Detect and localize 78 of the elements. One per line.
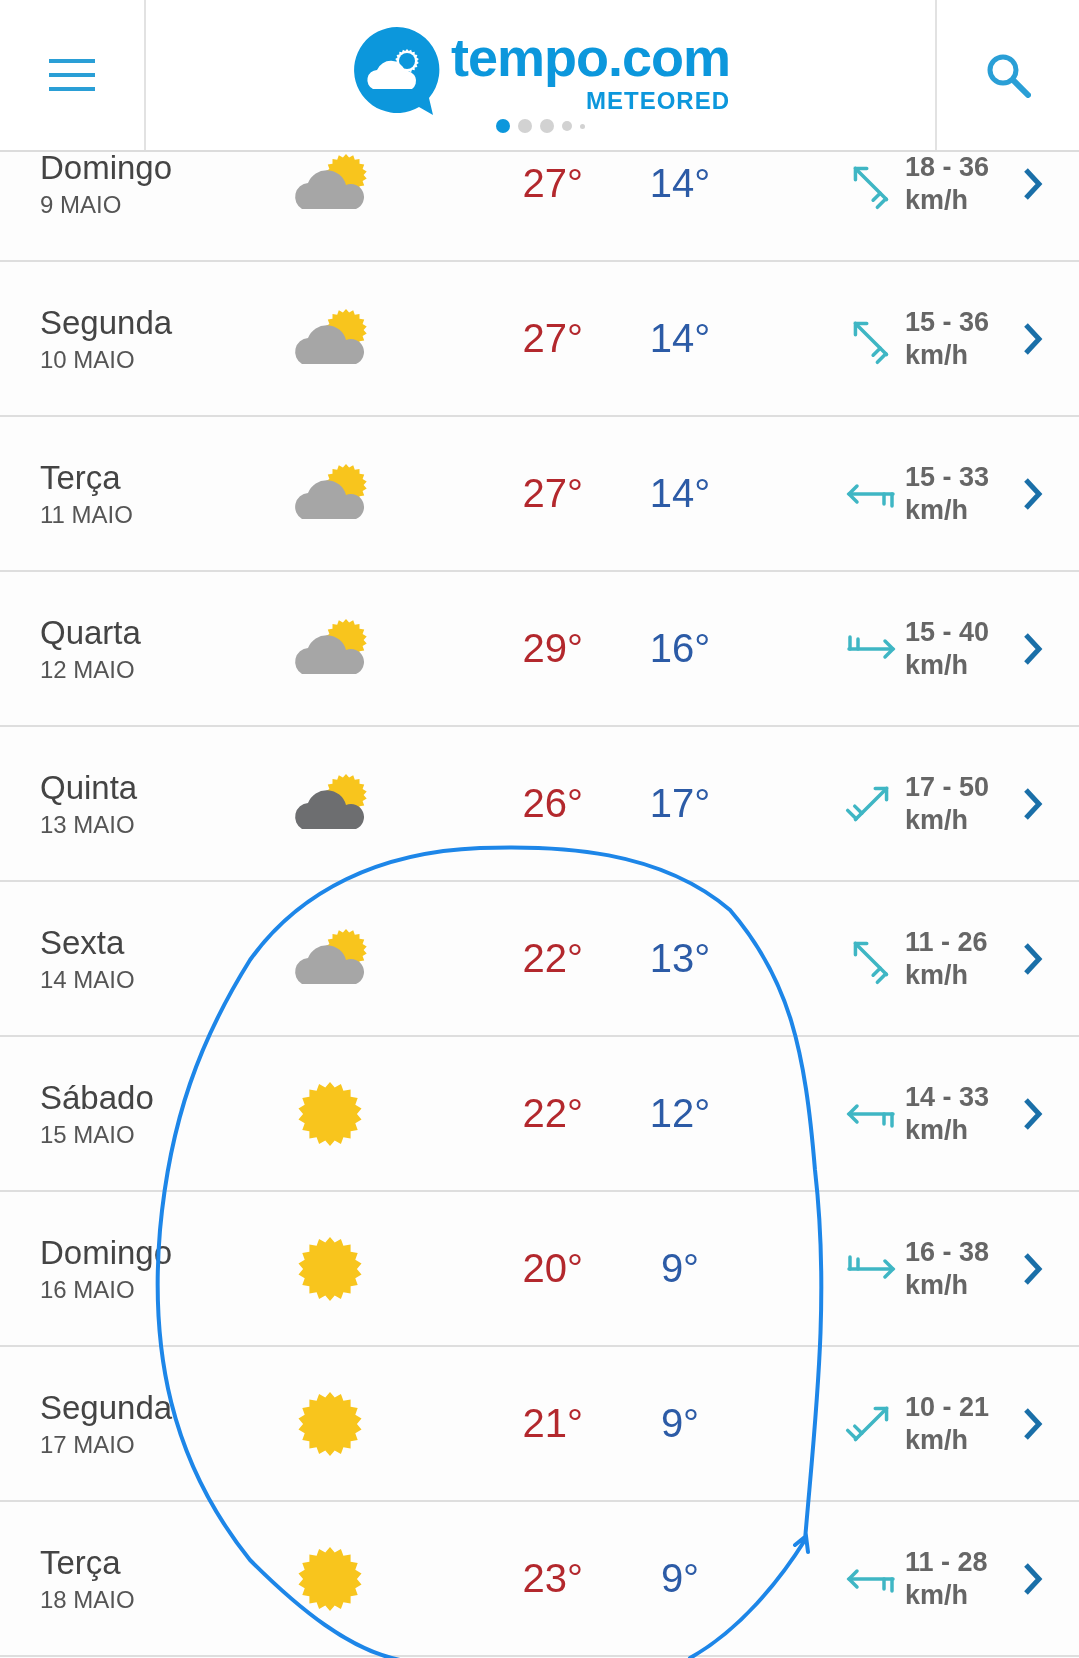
low-temperature: 16° [648, 626, 712, 671]
wind-speed: 15 - 36 [905, 305, 991, 339]
day-name: Quarta [40, 613, 142, 652]
wind-speed: 14 - 33 [905, 1080, 991, 1114]
day-date: 12 MAIO [40, 655, 136, 684]
day-name: Quinta [40, 768, 139, 807]
chevron-right-icon [1023, 1251, 1043, 1286]
logo-text: tempo.com [450, 28, 730, 86]
low-temperature: 12° [648, 1091, 712, 1136]
day-date: 13 MAIO [40, 810, 136, 839]
wind-unit: km/h [905, 958, 970, 992]
day-name: Segunda [40, 1388, 174, 1427]
high-temperature: 22° [521, 1091, 583, 1136]
wind-unit: km/h [905, 338, 970, 372]
high-temperature: 27° [521, 471, 583, 516]
high-temperature: 20° [521, 1246, 583, 1291]
wind-speed: 11 - 26 [905, 925, 989, 959]
wind-unit: km/h [905, 1113, 970, 1147]
chevron-right-icon [1023, 1406, 1043, 1441]
wind-unit: km/h [905, 1423, 970, 1457]
day-date: 17 MAIO [40, 1430, 136, 1459]
wind-speed: 16 - 38 [905, 1235, 991, 1269]
chevron-right-icon [1023, 631, 1043, 666]
wind-speed: 17 - 50 [905, 770, 991, 804]
high-temperature: 27° [521, 316, 583, 361]
day-date: 10 MAIO [40, 345, 136, 374]
page-dot[interactable] [518, 119, 532, 133]
chevron-right-icon [1023, 941, 1043, 976]
wind-speed: 11 - 28 [905, 1545, 989, 1579]
high-temperature: 27° [521, 161, 583, 206]
low-temperature: 9° [659, 1556, 701, 1601]
wind-speed: 18 - 36 [905, 150, 991, 184]
high-temperature: 22° [521, 936, 583, 981]
low-temperature: 13° [648, 936, 712, 981]
day-name: Segunda [40, 303, 174, 342]
day-date: 9 MAIO [40, 190, 123, 219]
day-name: Terça [40, 458, 122, 497]
page-dot[interactable] [580, 123, 585, 129]
low-temperature: 9° [659, 1246, 701, 1291]
day-date: 11 MAIO [40, 500, 134, 529]
low-temperature: 14° [648, 316, 712, 361]
day-name: Sábado [40, 1078, 155, 1117]
day-date: 16 MAIO [40, 1275, 136, 1304]
chevron-right-icon [1023, 476, 1043, 511]
chevron-right-icon [1023, 1561, 1043, 1596]
day-name: Terça [40, 1543, 122, 1582]
low-temperature: 14° [648, 161, 712, 206]
low-temperature: 17° [648, 781, 712, 826]
page-dot[interactable] [562, 121, 572, 131]
day-name: Domingo [40, 148, 174, 187]
day-date: 15 MAIO [40, 1120, 136, 1149]
menu-icon [49, 59, 95, 91]
search-icon [985, 52, 1031, 98]
day-date: 14 MAIO [40, 965, 136, 994]
high-temperature: 26° [521, 781, 583, 826]
wind-unit: km/h [905, 183, 970, 217]
chevron-right-icon [1023, 166, 1043, 201]
high-temperature: 23° [521, 1556, 583, 1601]
wind-speed: 10 - 21 [905, 1390, 991, 1424]
day-name: Sexta [40, 923, 126, 962]
chevron-right-icon [1023, 321, 1043, 356]
chevron-right-icon [1023, 786, 1043, 821]
day-date: 18 MAIO [40, 1585, 136, 1614]
wind-unit: km/h [905, 803, 970, 837]
low-temperature: 14° [648, 471, 712, 516]
wind-speed: 15 - 33 [905, 460, 991, 494]
high-temperature: 29° [521, 626, 583, 671]
wind-unit: km/h [905, 648, 970, 682]
high-temperature: 21° [521, 1401, 583, 1446]
wind-unit: km/h [905, 493, 970, 527]
page-dot[interactable] [496, 119, 510, 133]
page-dot[interactable] [540, 119, 554, 133]
wind-unit: km/h [905, 1578, 970, 1612]
wind-unit: km/h [905, 1268, 970, 1302]
wind-speed: 15 - 40 [905, 615, 991, 649]
low-temperature: 9° [659, 1401, 701, 1446]
chevron-right-icon [1023, 1096, 1043, 1131]
logo-subtext: METEORED [586, 88, 730, 114]
